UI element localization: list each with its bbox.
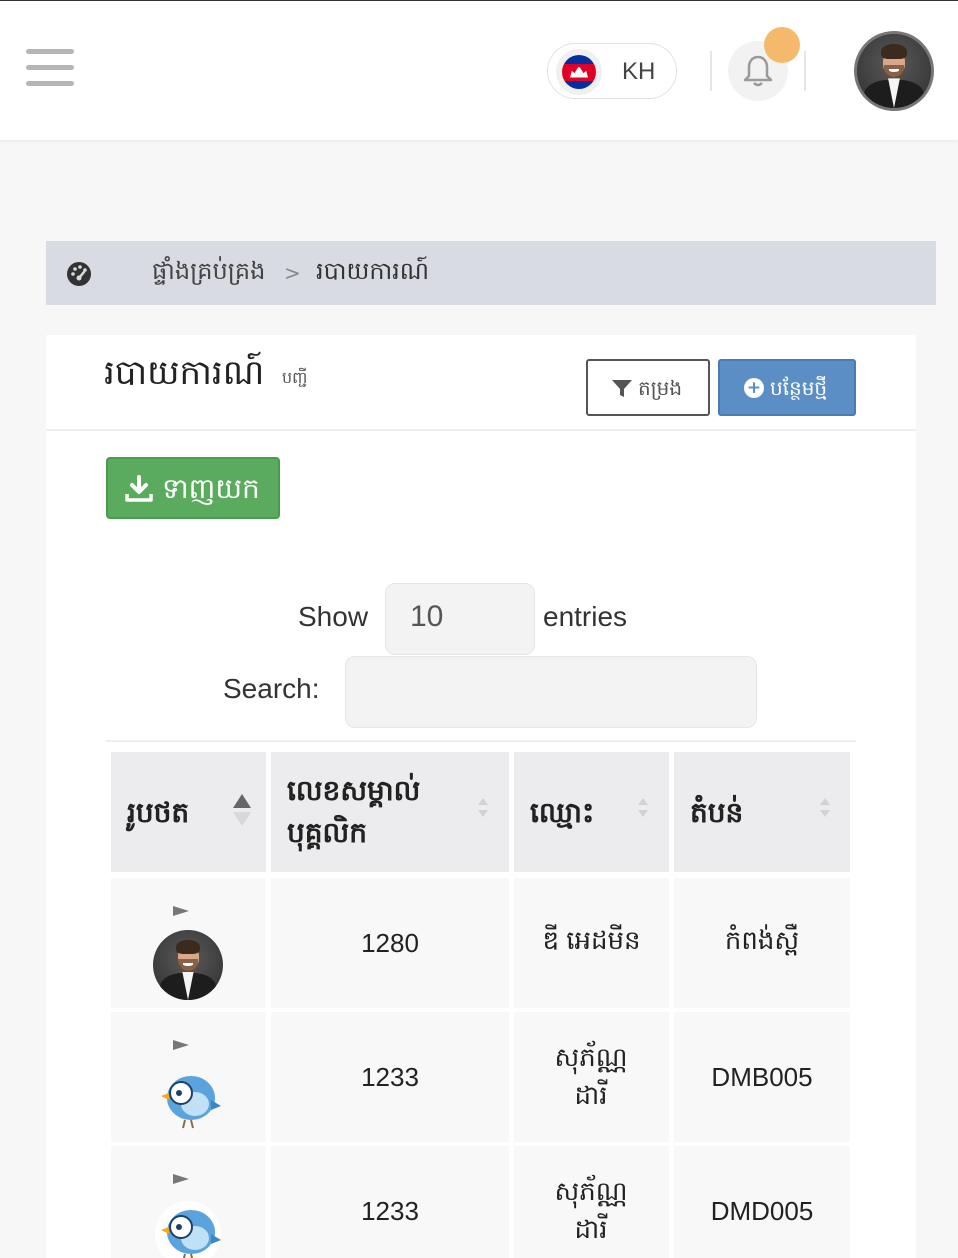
table-row-cell: 1280 (271, 878, 509, 1008)
header-divider (804, 51, 806, 91)
table-row-cell: 1233 (271, 1012, 509, 1142)
search-input[interactable] (345, 656, 757, 728)
expand-row-icon[interactable] (173, 1040, 189, 1050)
download-button-label: ទាញយក (162, 472, 260, 505)
page-size-select[interactable]: 10 (385, 583, 535, 655)
add-new-button[interactable]: + បន្ថែមថ្មី (718, 359, 856, 416)
breadcrumb-home-link[interactable]: ផ្ទាំងគ្រប់គ្រង (152, 256, 265, 291)
table-row-cell: DMD005 (674, 1146, 850, 1258)
expand-row-icon[interactable] (173, 1174, 189, 1184)
entries-label: entries (543, 601, 628, 632)
dashboard-gauge-icon (67, 262, 91, 286)
bird-avatar (161, 1076, 221, 1129)
report-table: រូបថត លេខសម្គាល់ បុគ្គលិក ឈ្មោះ តំបន់ 12… (106, 740, 856, 1258)
breadcrumb-current: របាយការណ៍ (316, 257, 430, 285)
breadcrumb-separator: > (284, 261, 301, 285)
report-card: របាយការណ៍ បញ្ជី តម្រង + បន្ថែមថ្មី ទាញយក… (46, 335, 916, 1258)
page-subtitle: បញ្ជី (282, 368, 308, 387)
language-switcher[interactable]: KH (547, 43, 677, 99)
filter-icon (612, 380, 632, 397)
header-divider (710, 51, 712, 91)
breadcrumb: ផ្ទាំងគ្រប់គ្រង > របាយការណ៍ (46, 241, 936, 305)
bell-icon (743, 55, 773, 87)
search-label: Search: (223, 673, 320, 704)
column-header-employee-id[interactable]: លេខសម្គាល់ បុគ្គលិក (271, 752, 509, 872)
flag-container (556, 49, 602, 95)
download-icon (125, 475, 153, 502)
table-row-cell: DMB005 (674, 1012, 850, 1142)
hamburger-menu-icon[interactable] (26, 49, 74, 91)
table-row-photo-cell (111, 1012, 266, 1142)
column-header-region[interactable]: តំបន់ (674, 752, 850, 872)
language-code: KH (622, 58, 656, 85)
table-row-cell: ឌី អេដមីន (514, 878, 669, 1008)
table-row-cell: 1233 (271, 1146, 509, 1258)
bird-avatar (155, 1201, 221, 1258)
table-row-photo-cell (111, 878, 266, 1008)
notification-badge (764, 27, 800, 63)
table-row-cell: សុភ័ណ្ណ ដារី (514, 1012, 669, 1142)
table-row-photo-cell (111, 1146, 266, 1258)
page-title: របាយការណ៍ (104, 353, 265, 393)
plus-circle-icon: + (744, 378, 764, 398)
top-header: KH (0, 0, 958, 140)
cambodia-flag-icon (562, 55, 596, 89)
column-header-name[interactable]: ឈ្មោះ (514, 752, 669, 872)
expand-row-icon[interactable] (173, 906, 189, 916)
user-avatar[interactable] (854, 31, 934, 111)
column-header-photo[interactable]: រូបថត (111, 752, 266, 872)
filter-button[interactable]: តម្រង (586, 359, 710, 416)
card-header: របាយការណ៍ បញ្ជី តម្រង + បន្ថែមថ្មី (46, 335, 916, 431)
download-button[interactable]: ទាញយក (106, 457, 280, 519)
person-photo (153, 930, 223, 1000)
show-entries-label: Show (298, 601, 369, 632)
table-row-cell: កំពង់ស្ពឺ (674, 878, 850, 1008)
table-row-cell: សុភ័ណ្ណ ដារី (514, 1146, 669, 1258)
filter-button-label: តម្រង (638, 376, 683, 400)
add-new-button-label: បន្ថែមថ្មី (770, 376, 828, 400)
